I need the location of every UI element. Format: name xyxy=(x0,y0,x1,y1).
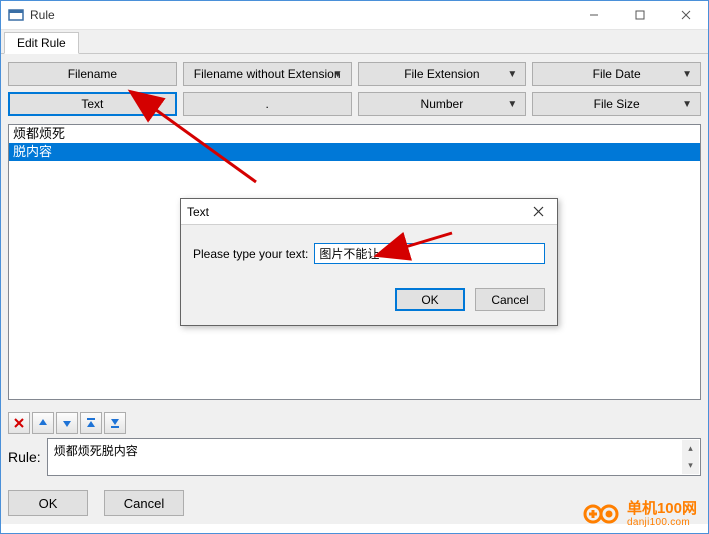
text-dialog-close-button[interactable] xyxy=(525,201,551,223)
watermark: 单机100网 danji100.com xyxy=(583,501,697,529)
move-up-button[interactable] xyxy=(32,412,54,434)
tab-edit-rule[interactable]: Edit Rule xyxy=(4,32,79,54)
rule-input[interactable]: 烦都烦死脱内容 ▴ ▾ xyxy=(47,438,701,476)
rule-scrollbar[interactable]: ▴ ▾ xyxy=(682,440,699,474)
rule-value: 烦都烦死脱内容 xyxy=(54,444,138,458)
chevron-down-icon: ▼ xyxy=(333,69,343,80)
watermark-name: 单机100网 xyxy=(627,501,697,518)
chevron-down-icon: ▼ xyxy=(682,69,692,80)
delete-button[interactable] xyxy=(8,412,30,434)
list-toolbar xyxy=(0,408,709,436)
tag-button-file-size[interactable]: File Size▼ xyxy=(532,92,701,116)
text-dialog-input[interactable] xyxy=(314,243,545,264)
maximize-button[interactable] xyxy=(617,0,663,30)
text-dialog-cancel-button[interactable]: Cancel xyxy=(475,288,545,311)
list-item[interactable]: 烦都烦死 xyxy=(9,125,700,143)
window-titlebar: Rule xyxy=(0,0,709,30)
move-down-button[interactable] xyxy=(56,412,78,434)
move-top-button[interactable] xyxy=(80,412,102,434)
tag-button-file-extension[interactable]: File Extension▼ xyxy=(358,62,527,86)
tag-button-file-date[interactable]: File Date▼ xyxy=(532,62,701,86)
minimize-button[interactable] xyxy=(571,0,617,30)
tag-button-filename-without-extension[interactable]: Filename without Extension▼ xyxy=(183,62,352,86)
cancel-button[interactable]: Cancel xyxy=(104,490,184,516)
scroll-down-icon[interactable]: ▾ xyxy=(682,457,699,474)
tag-button-[interactable]: . xyxy=(183,92,352,116)
watermark-url: danji100.com xyxy=(627,517,697,528)
scroll-up-icon[interactable]: ▴ xyxy=(682,440,699,457)
tag-button-text[interactable]: Text xyxy=(8,92,177,116)
rule-label: Rule: xyxy=(8,449,41,465)
chevron-down-icon: ▼ xyxy=(507,69,517,80)
text-dialog: Text Please type your text: OK Cancel xyxy=(180,198,558,326)
text-dialog-prompt: Please type your text: xyxy=(193,247,308,261)
list-item[interactable]: 脱内容 xyxy=(9,143,700,161)
ok-button[interactable]: OK xyxy=(8,490,88,516)
tag-button-grid: FilenameFilename without Extension▼File … xyxy=(8,62,701,116)
move-bottom-button[interactable] xyxy=(104,412,126,434)
text-dialog-title: Text xyxy=(187,205,209,219)
rule-row: Rule: 烦都烦死脱内容 ▴ ▾ xyxy=(0,436,709,482)
tab-strip: Edit Rule xyxy=(0,30,709,54)
close-button[interactable] xyxy=(663,0,709,30)
tag-button-filename[interactable]: Filename xyxy=(8,62,177,86)
chevron-down-icon: ▼ xyxy=(682,99,692,110)
text-dialog-ok-button[interactable]: OK xyxy=(395,288,465,311)
window-title: Rule xyxy=(30,8,55,22)
tag-button-number[interactable]: Number▼ xyxy=(358,92,527,116)
chevron-down-icon: ▼ xyxy=(507,99,517,110)
app-icon xyxy=(8,7,24,23)
watermark-logo-icon xyxy=(583,502,621,526)
